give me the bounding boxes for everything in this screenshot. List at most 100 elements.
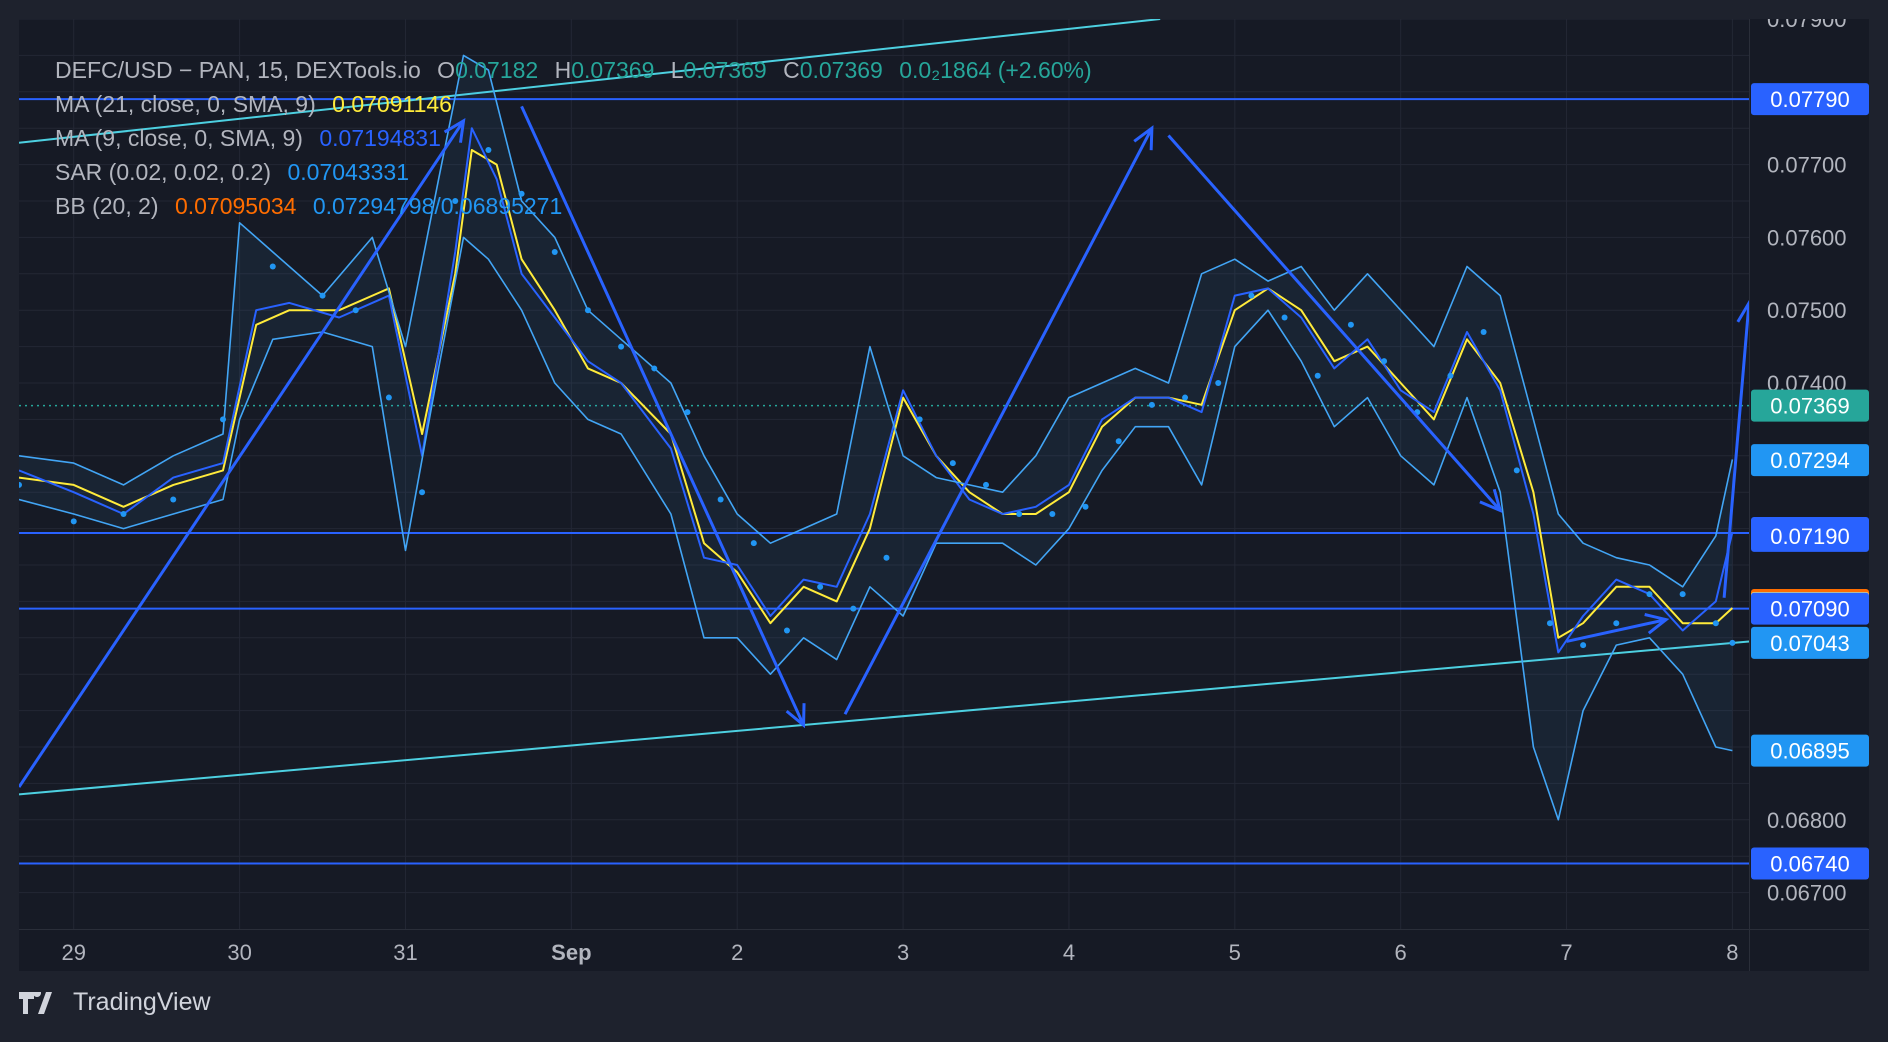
sar-dot	[1546, 620, 1553, 627]
sar-dot	[1613, 620, 1620, 627]
sar-dot	[1381, 358, 1388, 365]
legend-ma21-row[interactable]: MA (21, close, 0, SMA, 9) 0.07091146	[55, 87, 1102, 121]
sar-dot	[170, 496, 177, 503]
sar-dot	[949, 460, 956, 467]
sar-dot	[1679, 591, 1686, 598]
legend-ma21-value: 0.07091146	[332, 91, 452, 117]
sar-dot	[319, 292, 326, 299]
sar-dot	[1580, 642, 1587, 649]
price-tick-label: 0.07900	[1767, 19, 1847, 32]
time-tick-label: 7	[1560, 940, 1572, 965]
time-tick-label: 30	[227, 940, 251, 965]
sar-dot	[385, 394, 392, 401]
sar-dot	[1016, 511, 1023, 518]
sar-dot	[120, 511, 127, 518]
sar-dot	[983, 481, 990, 488]
legend-bb-upper: 0.07294798	[312, 193, 435, 219]
sar-dot	[1513, 467, 1520, 474]
sar-dot	[1215, 380, 1222, 386]
price-badge-label: 0.06740	[1770, 851, 1850, 876]
sar-dot	[783, 627, 790, 634]
legend-bb-row[interactable]: BB (20, 2) 0.07095034 0.07294798/0.06895…	[55, 189, 1102, 223]
sar-dot	[850, 605, 857, 612]
sar-dot	[651, 365, 658, 372]
chart-area[interactable]: 0.06700 0.06800 0.07400 0.07500 0.07600 0.077…	[19, 19, 1869, 971]
sar-dot	[1049, 511, 1056, 518]
legend-low-label: L	[670, 57, 684, 83]
price-badge-label: 0.07090	[1770, 597, 1850, 622]
price-badge-label: 0.07294	[1770, 448, 1850, 473]
time-tick-label: 8	[1726, 940, 1738, 965]
price-badge-label: 0.07190	[1770, 524, 1850, 549]
sar-dot	[684, 409, 691, 416]
sar-dot	[618, 343, 625, 350]
time-tick-label: 4	[1063, 940, 1075, 965]
legend-open-value: 0.07182	[455, 57, 539, 83]
sar-dot	[1480, 329, 1487, 336]
sar-dot	[1182, 394, 1189, 401]
legend-bb-basis: 0.07095034	[174, 193, 297, 219]
time-tick-label: Sep	[551, 940, 591, 965]
sar-dot	[1712, 620, 1719, 627]
time-tick-label: 31	[393, 940, 417, 965]
sar-dot	[1729, 639, 1736, 646]
sar-dot	[1314, 372, 1321, 379]
sar-dot	[551, 248, 558, 255]
sar-dot	[916, 416, 923, 423]
price-tick-label: 0.06800	[1767, 808, 1847, 833]
sar-dot	[352, 307, 359, 314]
price-tick-label: 0.07700	[1767, 153, 1847, 178]
legend-bb-separator: /	[434, 193, 441, 219]
sar-dot	[70, 518, 77, 525]
legend-sar-row[interactable]: SAR (0.02, 0.02, 0.2) 0.07043331	[55, 155, 1102, 189]
price-badge-label: 0.07369	[1770, 394, 1850, 419]
sar-dot	[269, 263, 276, 270]
trendline	[19, 640, 1749, 796]
sar-dot	[584, 307, 591, 314]
sar-dot	[1082, 503, 1089, 510]
brand-name: TradingView	[73, 988, 211, 1016]
legend-high-value: 0.07369	[571, 57, 655, 83]
time-tick-label: 2	[731, 940, 743, 965]
legend-ma9-row[interactable]: MA (9, close, 0, SMA, 9) 0.07194831	[55, 121, 1102, 155]
legend-ma9-label: MA (9, close, 0, SMA, 9)	[55, 125, 303, 151]
sar-dot	[1646, 591, 1653, 598]
price-tick-label: 0.06700	[1767, 881, 1847, 906]
legend-change: 0.0₂1864 (+2.60%)	[899, 57, 1092, 83]
drawn-arrow-line	[1722, 302, 1749, 598]
legend-ohlc-row: DEFC/USD − PAN, 15, DEXTools.io O0.07182…	[55, 53, 1102, 87]
price-badge-label: 0.07043	[1770, 631, 1850, 656]
time-tick-label: 29	[61, 940, 85, 965]
sar-dot	[817, 583, 824, 590]
sar-dot	[220, 416, 227, 423]
legend-ma9-value: 0.07194831	[319, 125, 441, 151]
sar-dot	[419, 489, 426, 496]
sar-dot	[1115, 438, 1122, 445]
tradingview-logo-icon	[19, 991, 52, 1014]
price-badge-label: 0.07790	[1770, 87, 1850, 112]
sar-dot	[1447, 372, 1454, 379]
time-tick-label: 3	[897, 940, 909, 965]
price-tick-label: 0.07500	[1767, 298, 1847, 323]
time-tick-label: 6	[1395, 940, 1407, 965]
legend-bb-label: BB (20, 2)	[55, 193, 159, 219]
price-tick-label: 0.07600	[1767, 225, 1847, 250]
legend-sar-label: SAR (0.02, 0.02, 0.2)	[55, 159, 272, 185]
time-tick-label: 5	[1229, 940, 1241, 965]
legend-symbol: DEFC/USD − PAN, 15, DEXTools.io	[55, 57, 421, 83]
sar-dot	[1248, 292, 1255, 299]
legend-sar-value: 0.07043331	[287, 159, 409, 185]
legend-close-label: C	[783, 57, 800, 83]
price-badge-label: 0.06895	[1770, 739, 1850, 764]
sar-dot	[1281, 314, 1288, 321]
chart-legend: DEFC/USD − PAN, 15, DEXTools.io O0.07182…	[55, 53, 1102, 223]
legend-ma21-label: MA (21, close, 0, SMA, 9)	[55, 91, 316, 117]
footer: TradingView	[19, 988, 211, 1017]
sar-dot	[717, 496, 724, 503]
sar-dot	[1347, 321, 1354, 328]
sar-dot	[883, 554, 890, 561]
sar-dot	[750, 540, 757, 547]
legend-close-value: 0.07369	[799, 57, 883, 83]
legend-high-label: H	[554, 57, 572, 83]
legend-low-value: 0.07369	[683, 57, 767, 83]
